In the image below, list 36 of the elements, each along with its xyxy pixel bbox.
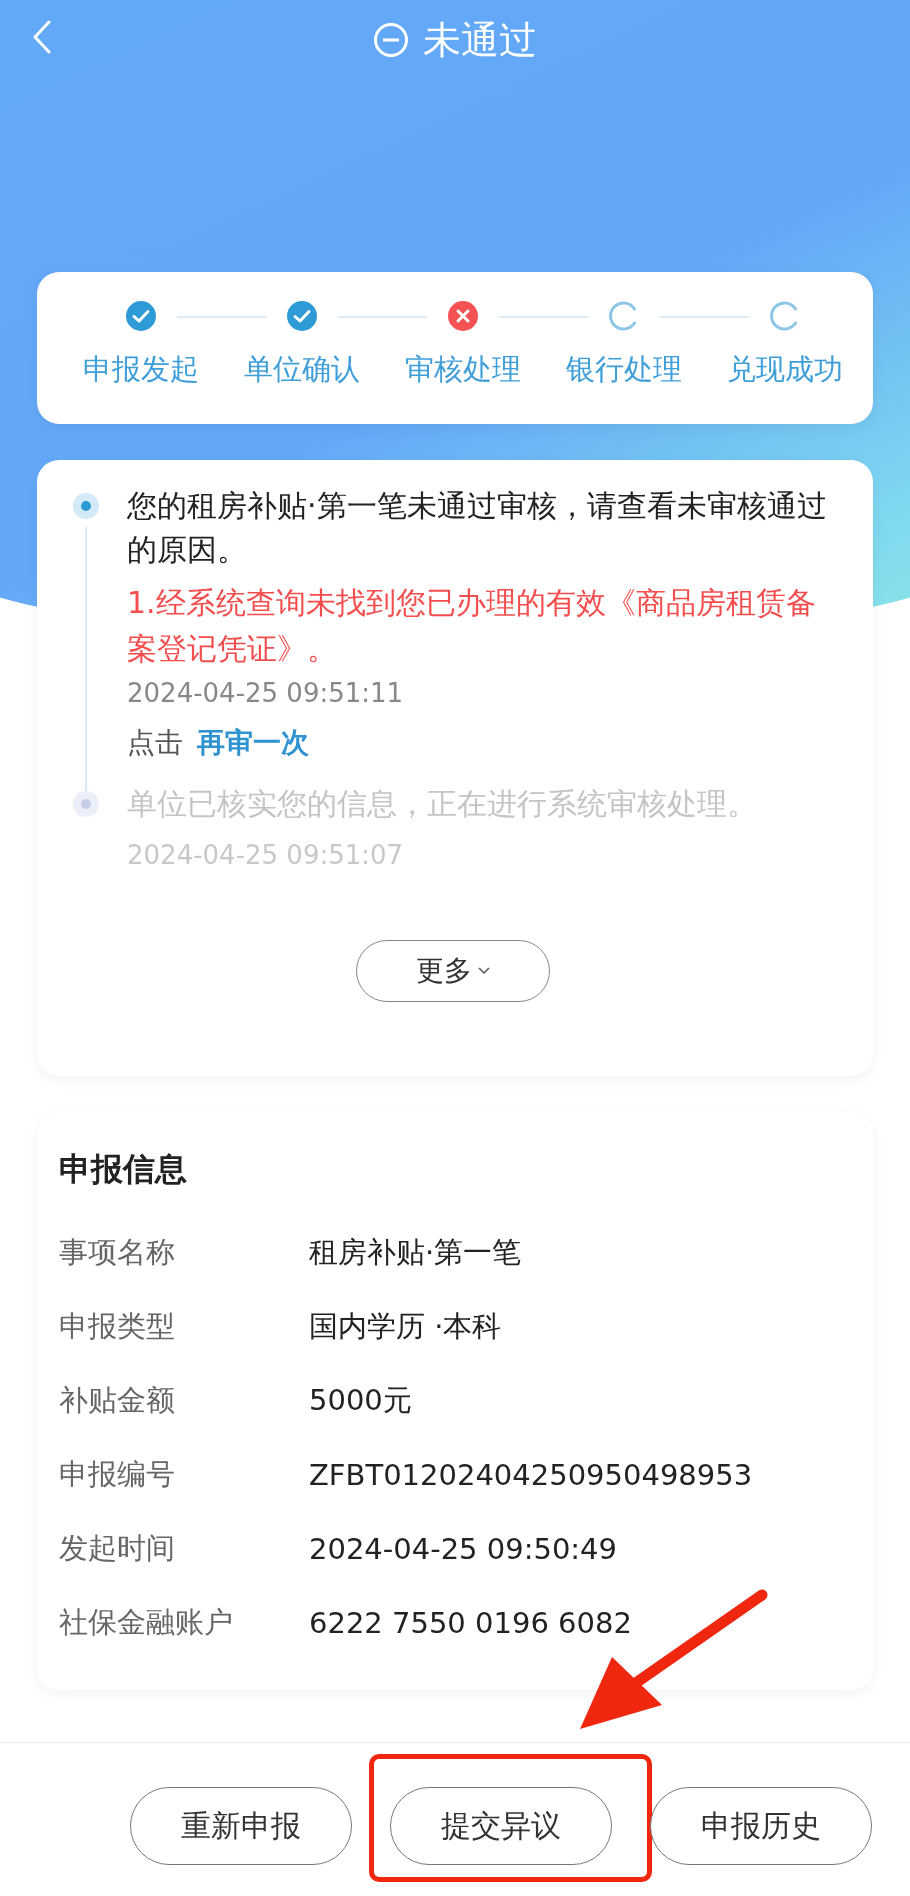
field-label: 社保金融账户 <box>59 1604 234 1641</box>
field-value: 租房补贴·第一笔 <box>309 1234 522 1271</box>
check-circle-icon <box>287 301 318 331</box>
step-label: 银行处理 <box>565 351 682 388</box>
more-button[interactable]: 更多 <box>356 940 550 1002</box>
section-title: 申报信息 <box>59 1149 188 1190</box>
field-value: ZFBT01202404250950498953 <box>309 1458 753 1492</box>
field-value: 6222 7550 0196 6082 <box>309 1606 632 1640</box>
chevron-down-icon <box>478 967 490 975</box>
check-circle-icon <box>126 301 157 331</box>
field-value: 2024-04-25 09:50:49 <box>309 1532 617 1566</box>
step-label: 审核处理 <box>405 351 521 388</box>
step-label: 申报发起 <box>83 351 200 388</box>
field-label: 申报编号 <box>59 1456 176 1493</box>
field-label: 申报类型 <box>59 1308 176 1345</box>
action-button[interactable]: 重新申报 <box>130 1787 352 1865</box>
timeline-message: 单位已核实您的信息，正在进行系统审核处理。 <box>127 785 758 823</box>
loading-ring-icon <box>769 301 800 331</box>
step-label: 兑现成功 <box>726 351 843 388</box>
field-value: 国内学历 ·本科 <box>309 1308 502 1345</box>
timeline-message: 您的租房补贴·第一笔未通过审核，请查看未审核通过的原因。 <box>127 487 828 569</box>
field-label: 补贴金额 <box>59 1382 176 1419</box>
field-label: 事项名称 <box>59 1234 176 1271</box>
field-value: 5000元 <box>309 1382 412 1419</box>
cross-circle-icon <box>448 301 478 331</box>
rejection-reason: 1.经系统查询未找到您已办理的有效《商品房租赁备案登记凭证》。 <box>127 584 817 668</box>
field-label: 发起时间 <box>59 1530 176 1567</box>
action-button[interactable]: 申报历史 <box>650 1787 872 1865</box>
back-icon[interactable] <box>32 20 52 54</box>
action-button[interactable]: 提交异议 <box>390 1787 612 1865</box>
loading-ring-icon <box>608 301 639 331</box>
page-title: 未通过 <box>423 16 537 64</box>
action-label: 点击 <box>127 725 183 761</box>
minus-circle-icon <box>373 22 409 58</box>
step-label: 单位确认 <box>244 351 361 388</box>
timestamp: 2024-04-25 09:51:11 <box>127 678 405 708</box>
